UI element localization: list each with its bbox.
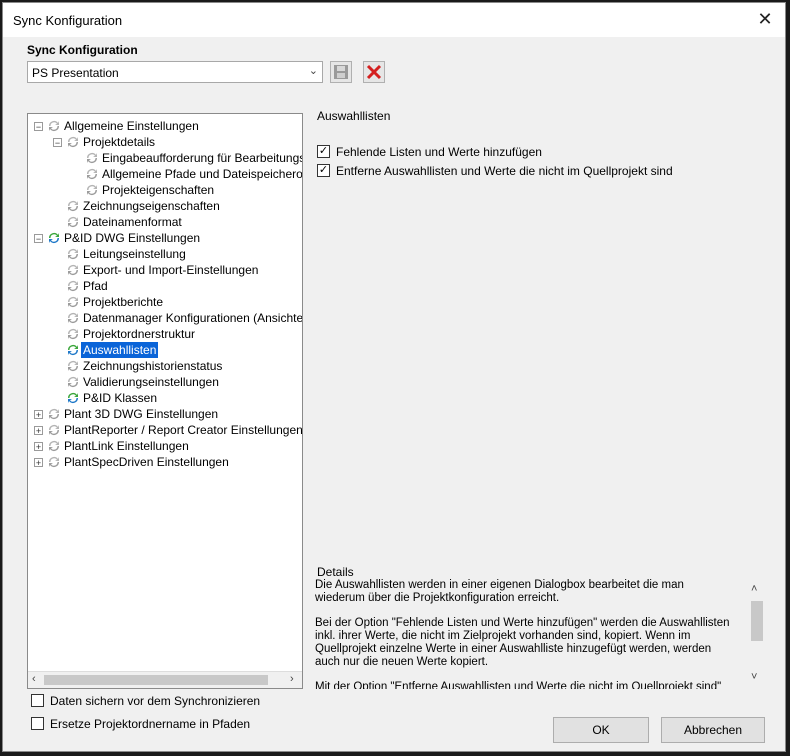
expand-icon[interactable]: + <box>34 426 43 436</box>
sync-icon <box>66 343 80 357</box>
tree-item-label: Projektberichte <box>83 295 164 309</box>
window-title: Sync Konfiguration <box>13 13 123 28</box>
sync-icon <box>47 455 61 469</box>
tree-item-label: Datenmanager Konfigurationen (Ansichten) <box>83 311 303 325</box>
tree-item-label: Export- und Import-Einstellungen <box>83 263 259 277</box>
details-title: Details <box>317 565 354 579</box>
sync-icon <box>85 167 99 181</box>
sync-config-dialog: Sync Konfiguration ✕ Sync Konfiguration … <box>2 2 786 752</box>
config-select[interactable]: PS Presentation ⌄ <box>27 61 323 83</box>
checkbox-backup[interactable] <box>31 694 44 707</box>
tree-item-label: P&ID DWG Einstellungen <box>64 231 201 245</box>
sync-icon <box>47 439 61 453</box>
sync-icon <box>47 231 61 245</box>
tree-item-label: Projekteigenschaften <box>102 183 215 197</box>
details-paragraph-2: Bei der Option "Fehlende Listen und Wert… <box>315 617 730 668</box>
settings-tree[interactable]: − Allgemeine Einstellungen − Projektdetails… <box>27 113 303 689</box>
sync-icon <box>66 215 80 229</box>
scroll-down-icon[interactable]: ˅ <box>751 671 757 683</box>
tree-item-label: Leitungseinstellung <box>83 247 186 261</box>
save-icon <box>334 65 348 79</box>
expand-icon[interactable]: + <box>34 410 43 420</box>
close-icon[interactable]: ✕ <box>753 7 777 31</box>
tree-item-label: Projektdetails <box>83 135 156 149</box>
sync-icon <box>66 295 80 309</box>
details-text: Die Auswahllisten werden in einer eigene… <box>315 579 735 689</box>
details-scrollbar[interactable]: ˄ ˅ <box>747 581 765 689</box>
details-scroll-thumb[interactable] <box>751 601 763 641</box>
replace-option-label: Ersetze Projektordnername in Pfaden <box>50 717 251 731</box>
tree-item-label: Projektordnerstruktur <box>83 327 196 341</box>
delete-icon <box>366 64 382 80</box>
horizontal-scrollbar[interactable]: ‹ › <box>28 671 302 688</box>
tree-item-label: Validierungseinstellungen <box>83 375 219 389</box>
save-button[interactable] <box>330 61 352 83</box>
tree-item-label: Eingabeaufforderung für Bearbeitungsver <box>102 151 303 165</box>
sync-icon <box>66 135 80 149</box>
config-section-label: Sync Konfiguration <box>27 43 138 57</box>
details-panel: Details Die Auswahllisten werden in eine… <box>311 561 767 691</box>
sync-icon <box>66 359 80 373</box>
delete-button[interactable] <box>363 61 385 83</box>
details-paragraph-1: Die Auswahllisten werden in einer eigene… <box>315 579 684 604</box>
sync-icon <box>66 247 80 261</box>
tree-item-label: Allgemeine Einstellungen <box>64 119 199 133</box>
collapse-icon[interactable]: − <box>34 122 43 132</box>
sync-icon <box>66 375 80 389</box>
tree-item-label: Dateinamenformat <box>83 215 182 229</box>
tree-item-label: Allgemeine Pfade und Dateispeicherorte <box>102 167 303 181</box>
collapse-icon[interactable]: − <box>53 138 62 148</box>
sync-icon <box>47 119 61 133</box>
sync-icon <box>66 391 80 405</box>
expand-icon[interactable]: + <box>34 458 43 468</box>
sync-icon <box>66 279 80 293</box>
tree-item-label: PlantSpecDriven Einstellungen <box>64 455 229 469</box>
config-select-value: PS Presentation <box>32 66 119 80</box>
sync-icon <box>85 151 99 165</box>
option-remove-lists-label: Entferne Auswahllisten und Werte die nic… <box>336 164 673 178</box>
sync-icon <box>66 263 80 277</box>
checkbox-remove-lists[interactable]: ✓ <box>317 164 330 177</box>
title-bar: Sync Konfiguration ✕ <box>3 3 785 37</box>
collapse-icon[interactable]: − <box>34 234 43 244</box>
sync-icon <box>66 327 80 341</box>
cancel-button[interactable]: Abbrechen <box>661 717 765 743</box>
tree-item-label: P&ID Klassen <box>83 391 158 405</box>
tree-item-label: Zeichnungshistorienstatus <box>83 359 223 373</box>
ok-button[interactable]: OK <box>553 717 649 743</box>
sync-icon <box>85 183 99 197</box>
expand-icon[interactable]: + <box>34 442 43 452</box>
tree-item-label: Plant 3D DWG Einstellungen <box>64 407 219 421</box>
tree-item-label: Zeichnungseigenschaften <box>83 199 220 213</box>
checkbox-replace[interactable] <box>31 717 44 730</box>
horizontal-scroll-thumb[interactable] <box>44 675 268 685</box>
details-paragraph-3: Mit der Option "Entferne Auswahllisten u… <box>315 681 722 689</box>
chevron-down-icon: ⌄ <box>308 65 318 77</box>
tree-item-label: PlantLink Einstellungen <box>64 439 189 453</box>
option-add-missing-label: Fehlende Listen und Werte hinzufügen <box>336 145 542 159</box>
tree-item-label: Auswahllisten <box>81 342 159 358</box>
panel-title: Auswahllisten <box>317 109 391 123</box>
scroll-left-icon[interactable]: ‹ <box>32 673 36 685</box>
tree-item-label: Pfad <box>83 279 108 293</box>
sync-icon <box>66 311 80 325</box>
sync-icon <box>47 407 61 421</box>
backup-option-label: Daten sichern vor dem Synchronizieren <box>50 694 261 708</box>
checkbox-add-missing[interactable]: ✓ <box>317 145 330 158</box>
scroll-right-icon[interactable]: › <box>290 673 294 685</box>
tree-item-label: PlantReporter / Report Creator Einstellu… <box>64 423 303 437</box>
scroll-up-icon[interactable]: ˄ <box>751 583 757 595</box>
sync-icon <box>47 423 61 437</box>
sync-icon <box>66 199 80 213</box>
